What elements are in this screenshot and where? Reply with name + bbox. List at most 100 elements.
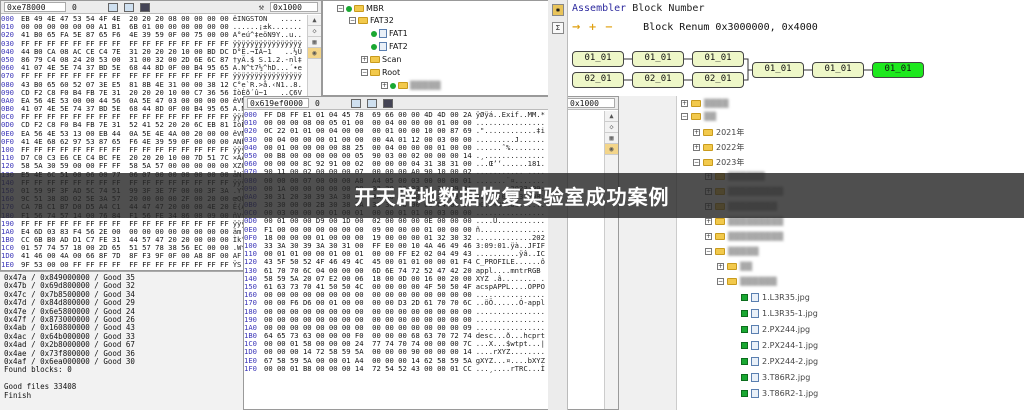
block-node[interactable]: 01_01 — [632, 51, 684, 67]
folder-icon — [715, 248, 725, 255]
tree-node-blurred[interactable]: − ▒▒▒▒▒▒ — [717, 277, 777, 286]
vertical-scrollbar[interactable]: ▲ ◇ ▦ ◉ — [604, 111, 618, 409]
expand-icon[interactable]: + — [705, 218, 712, 225]
check-icon[interactable] — [741, 310, 748, 317]
check-icon[interactable] — [741, 358, 748, 365]
expand-icon[interactable]: + — [361, 56, 368, 63]
collapse-icon[interactable]: − — [717, 278, 724, 285]
file-icon — [379, 42, 387, 51]
file-item[interactable]: 3.T86R2.jpg — [741, 373, 810, 382]
check-icon[interactable] — [741, 326, 748, 333]
address-field[interactable]: 0x619ef0000 — [247, 98, 309, 108]
tree-node-blurred[interactable]: + ▒▒▒▒ — [681, 99, 729, 108]
folder-icon — [727, 278, 737, 285]
file-item[interactable]: 2.PX244-1.jpg — [741, 341, 818, 350]
address-field[interactable]: 0xe78000 — [4, 2, 66, 12]
collapse-icon[interactable]: − — [349, 17, 356, 24]
tree-node-blurred[interactable]: + ▒▒▒▒▒▒▒▒▒ — [705, 217, 783, 226]
tool-c-icon[interactable]: ◉ — [605, 144, 618, 155]
folder-icon — [691, 113, 701, 120]
tool-a-icon[interactable]: ◇ — [308, 26, 321, 37]
tree-node-fat2[interactable]: FAT2 — [371, 42, 408, 51]
copy-icon[interactable] — [108, 2, 118, 12]
collapse-icon[interactable]: − — [705, 248, 712, 255]
expand-icon[interactable]: + — [681, 100, 688, 107]
file-item[interactable]: 1.L3R35-1.jpg — [741, 309, 818, 318]
tool-b-icon[interactable]: ▦ — [308, 37, 321, 48]
tree-node-fat1[interactable]: FAT1 — [371, 29, 408, 38]
tree-node-2023[interactable]: −2023年 — [693, 157, 744, 168]
tree-node-2022[interactable]: +2022年 — [693, 142, 744, 153]
block-node[interactable]: 01_01 — [572, 51, 624, 67]
check-icon[interactable] — [741, 342, 748, 349]
collapse-icon[interactable]: − — [693, 159, 700, 166]
expand-icon[interactable]: + — [705, 233, 712, 240]
block-node[interactable]: 02_01 — [572, 72, 624, 88]
collapse-icon[interactable]: − — [337, 5, 344, 12]
block-node[interactable]: 02_01 — [632, 72, 684, 88]
collapse-icon[interactable]: − — [681, 113, 688, 120]
tree-node-blurred[interactable]: + ▒▒▒▒▒ — [381, 81, 441, 90]
row-ascii[interactable]: ...¸....rTRC...Ì — [472, 364, 545, 373]
tree-node-root[interactable]: − Root — [361, 68, 400, 77]
partition-tree: − MBR − FAT32 FAT1 FAT2 + Scan − Root + ▒▒▒▒▒ — [322, 0, 570, 96]
tree-node-blurred[interactable]: − ▒▒ — [681, 112, 716, 121]
block-node[interactable]: 01_01 — [692, 51, 744, 67]
file-icon — [751, 293, 759, 302]
row-offset: 1F0 — [244, 363, 257, 373]
block-node[interactable]: 01_01 — [752, 62, 804, 78]
tool-c-icon[interactable]: ◉ — [308, 48, 321, 59]
folder-icon — [703, 159, 713, 166]
save-icon[interactable] — [140, 2, 150, 12]
row-bytes[interactable]: 00 00 01 B8 00 00 00 14 72 54 52 43 00 0… — [264, 364, 472, 373]
tool-a-icon[interactable]: ◇ — [605, 122, 618, 133]
save-icon[interactable] — [383, 98, 393, 108]
block-node[interactable]: 02_01 — [692, 72, 744, 88]
file-item[interactable]: 2.PX244-2.jpg — [741, 357, 818, 366]
paste-icon[interactable] — [124, 2, 134, 12]
blurred-label: ▒▒ — [740, 262, 753, 271]
paste-icon[interactable] — [367, 98, 377, 108]
log-line: Found blocks: 0 — [4, 365, 72, 375]
copy-icon[interactable] — [351, 98, 361, 108]
file-item[interactable]: 3.T86R2-1.jpg — [741, 389, 818, 398]
expand-icon[interactable]: + — [717, 263, 724, 270]
expand-icon[interactable]: + — [693, 144, 700, 151]
scroll-up-icon[interactable]: ▲ — [605, 111, 618, 122]
tree-node-2021[interactable]: +2021年 — [693, 127, 744, 138]
expand-icon[interactable]: + — [693, 129, 700, 136]
blurred-label: ▒▒▒▒▒▒▒▒▒ — [728, 217, 784, 226]
block-node-selected[interactable]: 01_01 — [872, 62, 924, 78]
file-icon — [751, 309, 759, 318]
folder-icon — [715, 218, 725, 225]
file-icon — [751, 373, 759, 382]
folder-icon — [703, 129, 713, 136]
folder-icon — [727, 263, 737, 270]
tools-icon[interactable]: ⚒ — [259, 3, 264, 13]
file-item[interactable]: 1.L3R35.jpg — [741, 293, 810, 302]
tool-b-icon[interactable]: ▦ — [605, 133, 618, 144]
folder-icon — [354, 5, 364, 12]
bulb-icon[interactable]: ✱ — [552, 4, 564, 16]
file-item[interactable]: 2.PX244.jpg — [741, 325, 810, 334]
expand-icon[interactable]: + — [381, 82, 388, 89]
position-field[interactable]: 0x1000 — [270, 2, 318, 12]
collapse-icon[interactable]: − — [361, 69, 368, 76]
sigma-icon[interactable]: Σ — [552, 22, 564, 34]
tree-node-fat32[interactable]: − FAT32 — [349, 16, 394, 25]
check-icon[interactable] — [741, 294, 748, 301]
check-icon[interactable] — [741, 390, 748, 397]
position-field[interactable]: 0x1000 — [567, 98, 615, 108]
file-tree: + ▒▒▒▒ − ▒▒ +2021年 +2022年 −2023年 + ▒▒▒▒▒▒ +… — [676, 96, 1024, 410]
log-line: Finish — [4, 390, 32, 400]
scroll-up-icon[interactable]: ▲ — [308, 15, 321, 26]
tree-node-mbr[interactable]: − MBR — [337, 4, 384, 13]
block-node[interactable]: 01_01 — [812, 62, 864, 78]
check-icon[interactable] — [741, 374, 748, 381]
tree-node-blurred[interactable]: + ▒▒ — [717, 262, 752, 271]
tree-node-blurred[interactable]: + ▒▒▒▒▒▒▒▒▒ — [705, 232, 783, 241]
tree-node-blurred[interactable]: − ▒▒▒▒▒ — [705, 247, 759, 256]
status-dot-icon — [390, 82, 396, 89]
tree-node-scan[interactable]: + Scan — [361, 55, 401, 64]
blurred-label: ▒▒▒▒ — [704, 99, 729, 108]
